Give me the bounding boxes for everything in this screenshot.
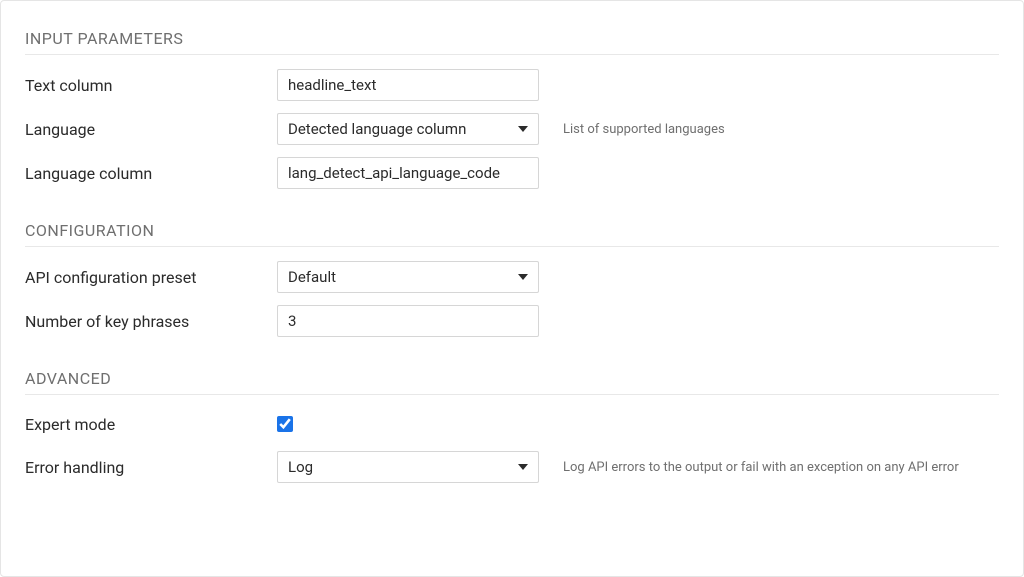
section-title-input-parameters: INPUT PARAMETERS: [25, 29, 999, 55]
chevron-down-icon: [518, 274, 528, 280]
row-text-column: Text column: [25, 69, 999, 101]
section-input-parameters: INPUT PARAMETERS Text column Language De…: [25, 29, 999, 189]
label-language-column: Language column: [25, 164, 277, 183]
help-error-handling: Log API errors to the output or fail wit…: [563, 460, 959, 475]
row-num-key-phrases: Number of key phrases: [25, 305, 999, 337]
settings-panel: INPUT PARAMETERS Text column Language De…: [0, 0, 1024, 577]
label-language: Language: [25, 120, 277, 139]
expert-mode-checkbox[interactable]: [277, 416, 293, 432]
row-language: Language Detected language column List o…: [25, 113, 999, 145]
api-preset-select[interactable]: Default: [277, 261, 539, 293]
api-preset-value: Default: [288, 268, 336, 286]
text-column-input[interactable]: [277, 69, 539, 101]
section-title-advanced: ADVANCED: [25, 369, 999, 395]
language-column-input[interactable]: [277, 157, 539, 189]
chevron-down-icon: [518, 464, 528, 470]
row-expert-mode: Expert mode: [25, 409, 999, 439]
section-configuration: CONFIGURATION API configuration preset D…: [25, 221, 999, 337]
row-error-handling: Error handling Log Log API errors to the…: [25, 451, 999, 483]
error-handling-value: Log: [288, 458, 313, 476]
label-api-preset: API configuration preset: [25, 268, 277, 287]
row-language-column: Language column: [25, 157, 999, 189]
section-advanced: ADVANCED Expert mode Error handling Log …: [25, 369, 999, 483]
num-key-phrases-input[interactable]: [277, 305, 539, 337]
label-num-key-phrases: Number of key phrases: [25, 312, 277, 331]
row-api-preset: API configuration preset Default: [25, 261, 999, 293]
error-handling-select[interactable]: Log: [277, 451, 539, 483]
label-expert-mode: Expert mode: [25, 415, 277, 434]
section-title-configuration: CONFIGURATION: [25, 221, 999, 247]
label-text-column: Text column: [25, 76, 277, 95]
help-language: List of supported languages: [563, 122, 725, 137]
language-select[interactable]: Detected language column: [277, 113, 539, 145]
language-select-value: Detected language column: [288, 120, 466, 138]
chevron-down-icon: [518, 126, 528, 132]
label-error-handling: Error handling: [25, 458, 277, 477]
